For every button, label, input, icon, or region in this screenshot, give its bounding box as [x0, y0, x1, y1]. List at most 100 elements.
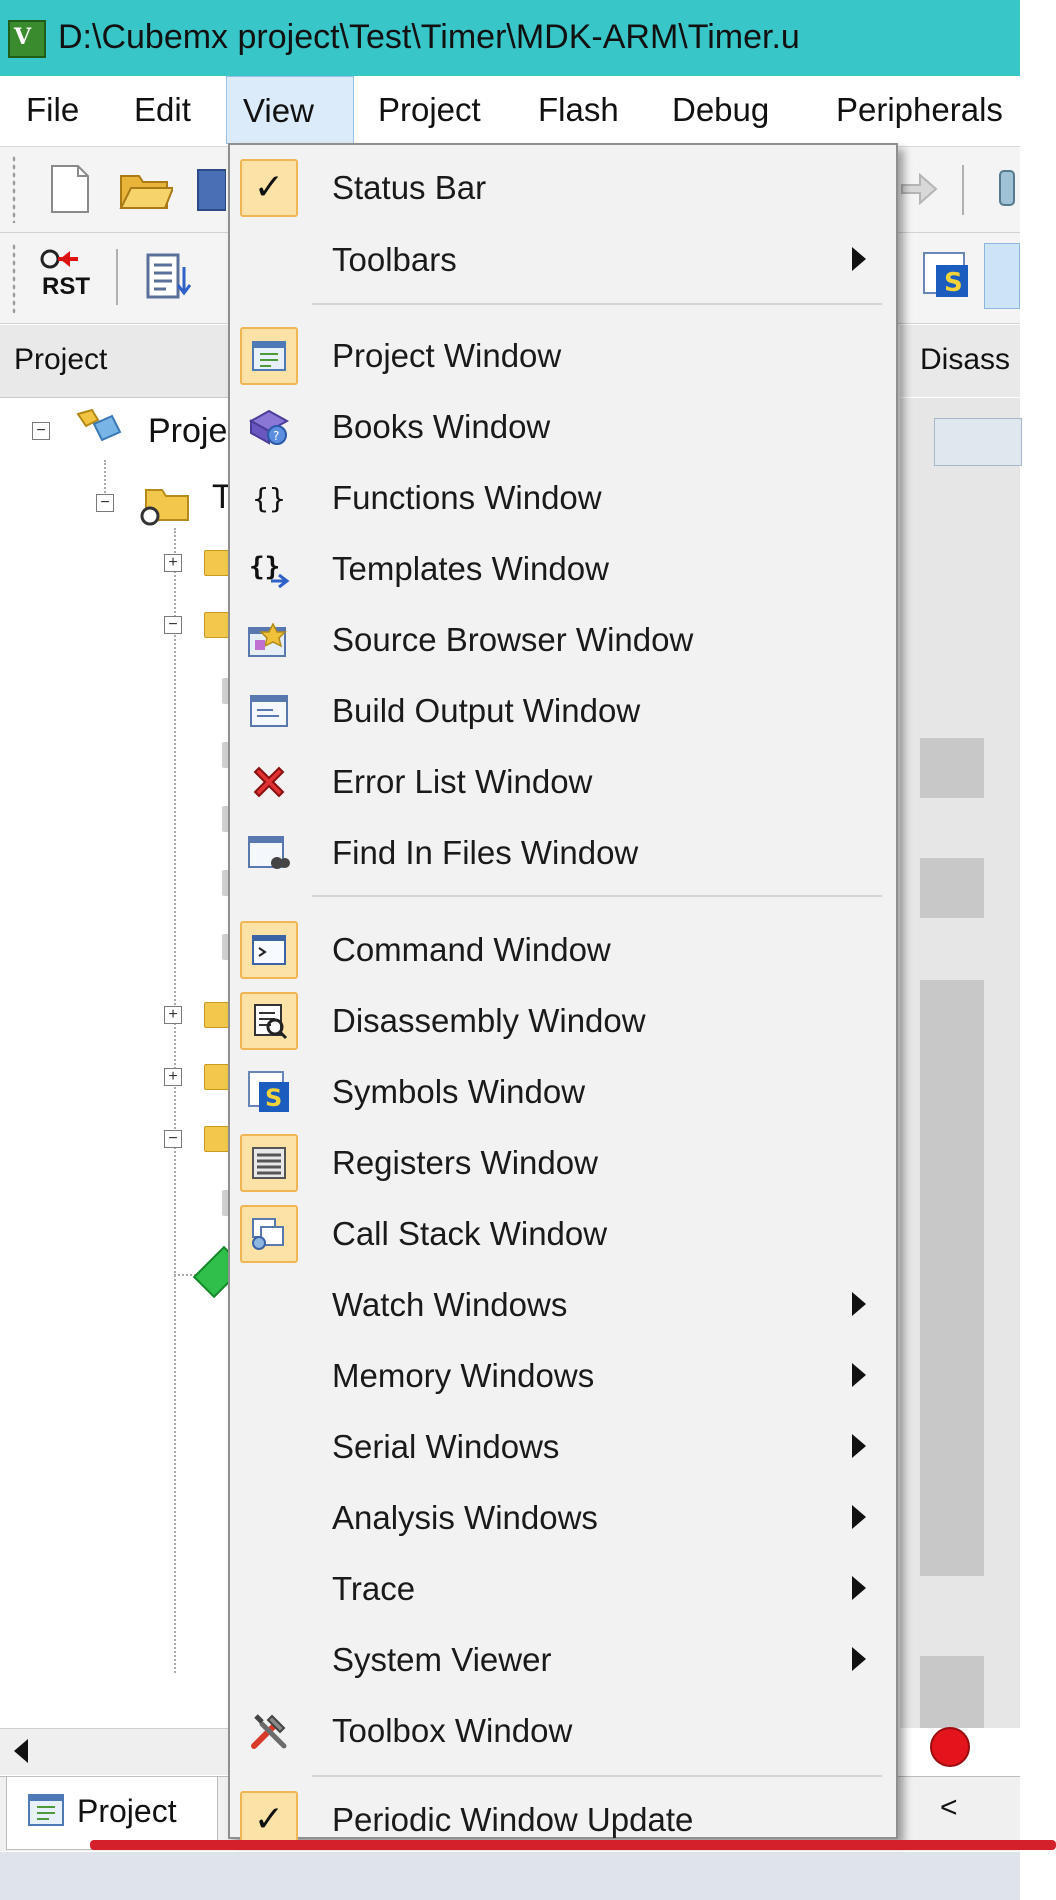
project-tree: − Proje − T + − + + −: [0, 398, 246, 1728]
svg-text:S: S: [944, 268, 963, 298]
call-stack-icon: [240, 1205, 298, 1263]
editor-block: [920, 1656, 984, 1728]
menu-item-call-stack-window[interactable]: Call Stack Window: [230, 1199, 896, 1269]
menu-edit[interactable]: Edit: [118, 76, 207, 144]
status-bar: [0, 1852, 1020, 1900]
reset-cpu-button[interactable]: RST: [38, 247, 100, 309]
menu-item-label: Toolbars: [332, 241, 457, 278]
tree-root-label[interactable]: Proje: [148, 412, 227, 451]
menu-item-watch-windows[interactable]: Watch Windows: [230, 1270, 896, 1340]
menu-item-label: Periodic Window Update: [332, 1801, 694, 1838]
editor-block: [920, 738, 984, 798]
toolbar-separator: [116, 249, 118, 305]
symbols-icon: S: [240, 1063, 298, 1121]
menu-item-label: Project Window: [332, 337, 562, 374]
submenu-arrow-icon: [852, 1505, 866, 1529]
project-window-icon: [240, 327, 298, 385]
menu-item-label: Trace: [332, 1570, 416, 1607]
menu-flash[interactable]: Flash: [522, 76, 635, 144]
menu-item-analysis-windows[interactable]: Analysis Windows: [230, 1483, 896, 1553]
tree-line: [174, 528, 176, 1673]
expand-expander[interactable]: +: [164, 1068, 182, 1086]
menu-item-label: Analysis Windows: [332, 1499, 598, 1536]
symbols-toolbar-icon[interactable]: S: [922, 251, 970, 299]
menu-item-disassembly-window[interactable]: Disassembly Window: [230, 986, 896, 1056]
menu-item-label: Status Bar: [332, 169, 487, 206]
project-panel-header: Project: [0, 325, 232, 398]
disassembly-icon: [240, 992, 298, 1050]
menu-item-templates-window[interactable]: {} Templates Window: [230, 534, 896, 604]
menu-item-error-list-window[interactable]: Error List Window: [230, 747, 896, 817]
disassembly-panel-title: Disass: [920, 343, 1011, 376]
collapse-expander[interactable]: −: [164, 616, 182, 634]
title-bar: V D:\Cubemx project\Test\Timer\MDK-ARM\T…: [0, 0, 1020, 76]
step-list-icon[interactable]: [144, 251, 192, 303]
checkmark-icon: ✓: [240, 159, 298, 217]
menu-item-command-window[interactable]: Command Window: [230, 915, 896, 985]
new-file-icon[interactable]: [42, 161, 98, 217]
command-prompt-icon: [240, 921, 298, 979]
menu-item-toolbars[interactable]: Toolbars: [230, 225, 896, 295]
submenu-arrow-icon: [852, 247, 866, 271]
collapse-expander[interactable]: −: [32, 422, 50, 440]
menu-item-label: Toolbox Window: [332, 1712, 573, 1749]
menu-item-label: Command Window: [332, 931, 611, 968]
menu-item-memory-windows[interactable]: Memory Windows: [230, 1341, 896, 1411]
menu-bar: File Edit View Project Flash Debug Perip…: [0, 76, 1020, 147]
menu-peripherals[interactable]: Peripherals: [820, 76, 1019, 144]
build-output-icon: [240, 682, 298, 740]
forward-arrow-icon[interactable]: [898, 169, 938, 209]
scroll-left-icon[interactable]: <: [940, 1791, 958, 1825]
menu-item-find-in-files-window[interactable]: Find In Files Window: [230, 818, 896, 888]
menu-debug[interactable]: Debug: [656, 76, 785, 144]
menu-item-status-bar[interactable]: ✓ Status Bar: [230, 153, 896, 223]
collapse-expander[interactable]: −: [164, 1130, 182, 1148]
save-icon[interactable]: [196, 161, 226, 217]
menu-project[interactable]: Project: [362, 76, 497, 144]
expand-expander[interactable]: +: [164, 1006, 182, 1024]
menu-item-registers-window[interactable]: Registers Window: [230, 1128, 896, 1198]
menu-item-build-output-window[interactable]: Build Output Window: [230, 676, 896, 746]
svg-text:S: S: [265, 1084, 282, 1112]
view-menu-dropdown: ✓ Status Bar Toolbars Project Window ? B…: [228, 143, 898, 1849]
menu-item-system-viewer[interactable]: System Viewer: [230, 1625, 896, 1695]
window-title: D:\Cubemx project\Test\Timer\MDK-ARM\Tim…: [58, 18, 800, 56]
menu-item-books-window[interactable]: ? Books Window: [230, 392, 896, 462]
project-horizontal-scrollbar[interactable]: [0, 1728, 232, 1775]
menu-view[interactable]: View: [226, 76, 354, 144]
menu-item-trace[interactable]: Trace: [230, 1554, 896, 1624]
books-icon: ?: [240, 398, 298, 456]
menu-item-symbols-window[interactable]: S Symbols Window: [230, 1057, 896, 1127]
toolbox-icon: [240, 1702, 298, 1760]
menu-item-project-window[interactable]: Project Window: [230, 321, 896, 391]
menu-item-toolbox-window[interactable]: Toolbox Window: [230, 1696, 896, 1766]
breakpoint-icon[interactable]: [930, 1727, 970, 1767]
editor-block: [920, 858, 984, 918]
registers-toolbar-icon[interactable]: [984, 243, 1020, 309]
templates-icon: {}: [240, 540, 298, 598]
annotation-underline: [90, 1840, 1056, 1850]
submenu-arrow-icon: [852, 1363, 866, 1387]
menu-item-source-browser-window[interactable]: Source Browser Window: [230, 605, 896, 675]
open-folder-icon[interactable]: [118, 161, 174, 217]
menu-item-functions-window[interactable]: {} Functions Window: [230, 463, 896, 533]
submenu-arrow-icon: [852, 1434, 866, 1458]
menu-item-label: Source Browser Window: [332, 621, 694, 658]
editor-block: [920, 980, 984, 1576]
menu-item-label: Templates Window: [332, 550, 609, 587]
editor-tab[interactable]: [934, 418, 1022, 466]
disassembly-panel-header: Disass: [900, 325, 1020, 397]
menu-file[interactable]: File: [10, 76, 95, 144]
toolbar-grip[interactable]: [12, 155, 16, 223]
toolbar-grip[interactable]: [12, 243, 16, 313]
source-browser-icon: [240, 611, 298, 669]
expand-expander[interactable]: +: [164, 554, 182, 572]
error-x-icon: [240, 753, 298, 811]
project-panel-title: Project: [14, 343, 108, 376]
wrench-tool-icon[interactable]: [992, 167, 1020, 211]
collapse-expander[interactable]: −: [96, 494, 114, 512]
menu-item-serial-windows[interactable]: Serial Windows: [230, 1412, 896, 1482]
scroll-left-arrow-icon[interactable]: [14, 1739, 28, 1763]
menu-item-label: Call Stack Window: [332, 1215, 608, 1252]
braces-icon: {}: [252, 481, 286, 515]
